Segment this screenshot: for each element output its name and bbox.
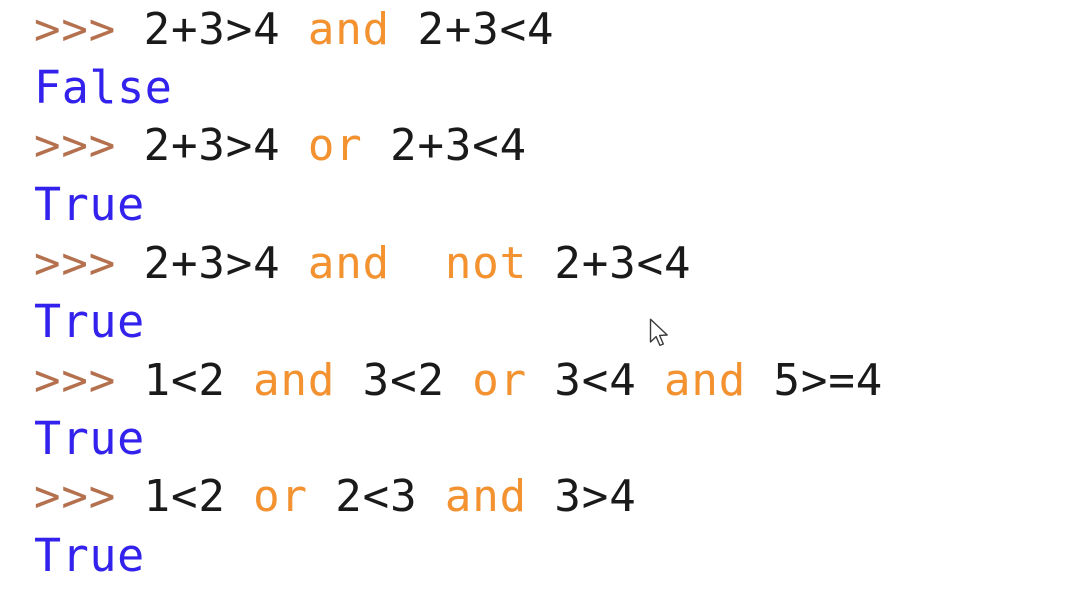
repl-output-value: True xyxy=(34,178,145,231)
repl-output-line: True xyxy=(34,296,145,348)
code-expression-token xyxy=(390,238,445,289)
code-expression-token: 3>4 xyxy=(527,471,637,522)
repl-output-value: True xyxy=(34,529,145,582)
repl-prompt: >>> xyxy=(34,120,144,171)
repl-code: 2+3>4 or 2+3<4 xyxy=(144,120,527,171)
code-expression-token: 2+3<4 xyxy=(362,120,528,171)
code-keyword-token: and xyxy=(253,355,336,406)
code-expression-token: 1<2 xyxy=(143,471,254,522)
code-keyword-token: and xyxy=(444,471,528,522)
code-expression-token: 2<3 xyxy=(307,471,445,522)
code-expression-token: 2+3>4 xyxy=(143,120,308,171)
repl-output-value: True xyxy=(34,295,145,348)
repl-input-line: >>> 2+3>4 and not 2+3<4 xyxy=(34,238,691,290)
repl-code: 1<2 or 2<3 and 3>4 xyxy=(144,471,637,522)
repl-output-value: True xyxy=(34,412,145,465)
code-expression-token: 1<2 xyxy=(143,355,254,406)
code-keyword-token: and xyxy=(307,4,391,55)
repl-code: 1<2 and 3<2 or 3<4 and 5>=4 xyxy=(144,355,884,406)
code-expression-token: 2+3>4 xyxy=(143,238,308,289)
repl-code: 2+3>4 and not 2+3<4 xyxy=(144,238,692,289)
repl-output-line: False xyxy=(34,62,172,114)
repl-prompt: >>> xyxy=(34,471,144,522)
repl-output-line: True xyxy=(34,413,145,465)
code-keyword-token: or xyxy=(307,120,363,171)
repl-output-line: True xyxy=(34,530,145,582)
code-expression-token: 2+3<4 xyxy=(527,238,692,289)
python-repl-console: >>> 2+3>4 and 2+3<4 False >>> 2+3>4 or 2+3… xyxy=(0,0,1080,590)
repl-prompt: >>> xyxy=(34,4,144,55)
code-keyword-token: not xyxy=(444,238,528,289)
code-expression-token: 3<2 xyxy=(335,355,473,406)
repl-input-line: >>> 1<2 or 2<3 and 3>4 xyxy=(34,471,637,523)
repl-prompt: >>> xyxy=(34,238,144,289)
code-keyword-token: or xyxy=(253,471,308,522)
repl-output-line: True xyxy=(34,179,145,231)
code-expression-token: 3<4 xyxy=(527,355,664,406)
repl-output-value: False xyxy=(34,61,173,114)
repl-input-line: >>> 1<2 and 3<2 or 3<4 and 5>=4 xyxy=(34,355,883,407)
code-keyword-token: or xyxy=(472,355,528,406)
repl-prompt: >>> xyxy=(34,355,144,406)
arrow-pointer-icon xyxy=(649,318,671,354)
repl-input-line: >>> 2+3>4 and 2+3<4 xyxy=(34,4,554,56)
code-expression-token: 5>=4 xyxy=(746,355,884,406)
repl-code: 2+3>4 and 2+3<4 xyxy=(144,4,555,55)
code-expression-token: 2+3<4 xyxy=(390,4,555,55)
repl-input-line: >>> 2+3>4 or 2+3<4 xyxy=(34,120,527,172)
code-keyword-token: and xyxy=(663,355,747,406)
code-expression-token: 2+3>4 xyxy=(143,4,308,55)
code-keyword-token: and xyxy=(307,238,391,289)
